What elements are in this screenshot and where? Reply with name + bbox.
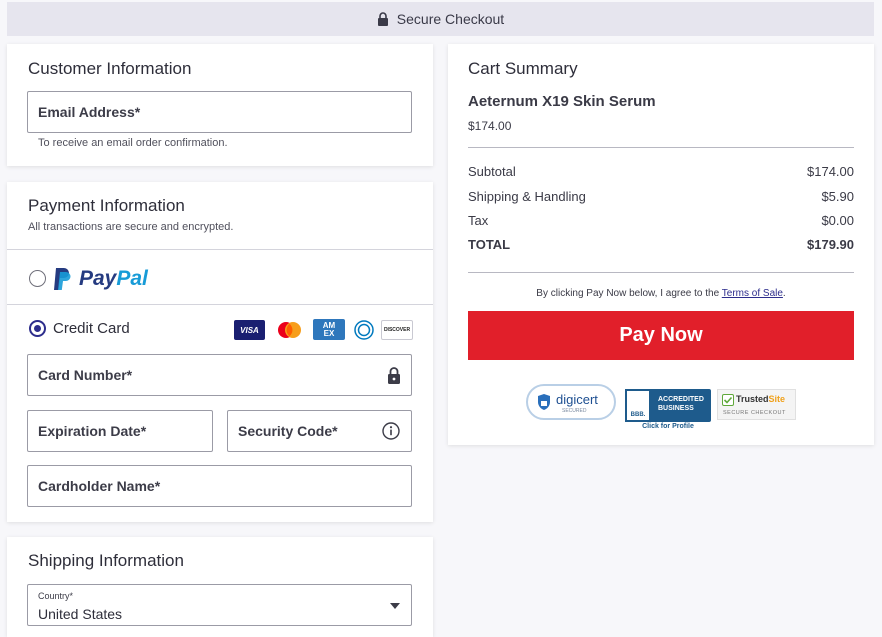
- diners-club-icon: [354, 320, 374, 340]
- product-name: Aeternum X19 Skin Serum: [468, 93, 656, 110]
- country-select[interactable]: Country* United States: [27, 584, 412, 626]
- total-row: TOTAL $179.90: [468, 237, 854, 252]
- digicert-badge[interactable]: digicert SECURED: [526, 384, 616, 420]
- cardholder-name-label: Cardholder Name*: [38, 478, 161, 494]
- amex-icon: AM EX: [313, 319, 345, 340]
- cart-summary-title: Cart Summary: [468, 59, 578, 78]
- email-field[interactable]: Email Address*: [27, 91, 412, 133]
- payment-info-subtitle: All transactions are secure and encrypte…: [28, 221, 234, 233]
- trustedsite-text-1: Trusted: [736, 394, 769, 404]
- trustedsite-text-2: Site: [768, 394, 786, 404]
- digicert-sub: SECURED: [562, 408, 587, 414]
- discover-icon: DISCOVER: [381, 320, 413, 340]
- shipping-info-card: Shipping Information Country* United Sta…: [7, 537, 433, 637]
- subtotal-label: Subtotal: [468, 164, 516, 179]
- secure-checkout-title: Secure Checkout: [396, 11, 505, 27]
- terms-text: By clicking Pay Now below, I agree to th…: [468, 288, 854, 299]
- cardholder-name-field[interactable]: Cardholder Name*: [27, 465, 412, 507]
- terms-prefix: By clicking Pay Now below, I agree to th…: [536, 288, 720, 299]
- customer-info-card: Customer Information Email Address* To r…: [7, 44, 433, 166]
- shipping-value: $5.90: [821, 189, 854, 204]
- visa-icon: VISA: [234, 320, 265, 340]
- bbb-logo: BBB.: [625, 389, 651, 422]
- mastercard-icon: [278, 322, 301, 338]
- paypal-logo[interactable]: Pay Pal: [52, 265, 148, 293]
- tax-label: Tax: [468, 213, 489, 228]
- country-value: United States: [38, 606, 123, 622]
- payment-info-card: Payment Information All transactions are…: [7, 182, 433, 522]
- trustedsite-text: TrustedSite: [736, 394, 785, 404]
- paypal-p-icon: [54, 268, 71, 290]
- terms-suffix: .: [782, 288, 786, 299]
- digicert-text: digicert: [556, 392, 598, 407]
- shipping-row: Shipping & Handling $5.90: [468, 189, 854, 204]
- subtotal-value: $174.00: [807, 164, 854, 179]
- trustedsite-sub: SECURE CHECKOUT: [723, 410, 786, 416]
- payment-info-title: Payment Information: [28, 196, 185, 215]
- bbb-badge[interactable]: BBB. ACCREDITED BUSINESS: [625, 389, 711, 422]
- bbb-line-1: ACCREDITED: [658, 396, 704, 403]
- country-label: Country*: [38, 591, 74, 601]
- subtotal-row: Subtotal $174.00: [468, 164, 854, 179]
- divider: [468, 272, 854, 273]
- card-number-field[interactable]: Card Number*: [27, 354, 412, 396]
- email-hint: To receive an email order confirmation.: [38, 137, 228, 149]
- lock-icon: [377, 12, 388, 26]
- bbb-line-2: BUSINESS: [658, 405, 694, 412]
- amex-text-2: EX: [323, 328, 335, 338]
- chevron-down-icon: [390, 603, 400, 609]
- paypal-brand-pal: Pal: [116, 267, 148, 290]
- secure-checkout-bar: Secure Checkout: [7, 2, 874, 36]
- paypal-radio[interactable]: [29, 270, 46, 287]
- expiration-date-label: Expiration Date*: [38, 423, 147, 439]
- shield-lock-icon: [538, 394, 550, 410]
- shipping-label: Shipping & Handling: [468, 189, 586, 204]
- customer-info-title: Customer Information: [28, 59, 192, 78]
- card-number-label: Card Number*: [38, 367, 133, 383]
- paypal-brand-pay: Pay: [79, 267, 117, 290]
- total-value: $179.90: [807, 237, 854, 252]
- divider: [468, 147, 854, 148]
- product-price: $174.00: [468, 119, 512, 133]
- info-icon[interactable]: [382, 422, 400, 440]
- terms-of-sale-link[interactable]: Terms of Sale: [722, 288, 783, 299]
- divider: [7, 304, 433, 305]
- credit-card-label[interactable]: Credit Card: [53, 320, 130, 337]
- security-code-field[interactable]: Security Code*: [227, 410, 412, 452]
- credit-card-radio[interactable]: [29, 320, 46, 337]
- shipping-info-title: Shipping Information: [28, 551, 184, 570]
- visa-text: VISA: [240, 325, 259, 335]
- bbb-caption[interactable]: Click for Profile: [625, 423, 711, 430]
- lock-icon: [388, 367, 400, 384]
- email-label: Email Address*: [38, 104, 141, 120]
- pay-now-button[interactable]: Pay Now: [468, 311, 854, 360]
- total-label: TOTAL: [468, 237, 511, 252]
- trustedsite-badge[interactable]: TrustedSite SECURE CHECKOUT: [717, 389, 796, 420]
- divider: [7, 249, 433, 250]
- tax-value: $0.00: [821, 213, 854, 228]
- expiration-date-field[interactable]: Expiration Date*: [27, 410, 213, 452]
- discover-text: DISCOVER: [383, 327, 411, 333]
- check-icon: [722, 394, 734, 406]
- tax-row: Tax $0.00: [468, 213, 854, 228]
- security-code-label: Security Code*: [238, 423, 338, 439]
- bbb-logo-text: BBB.: [630, 412, 646, 418]
